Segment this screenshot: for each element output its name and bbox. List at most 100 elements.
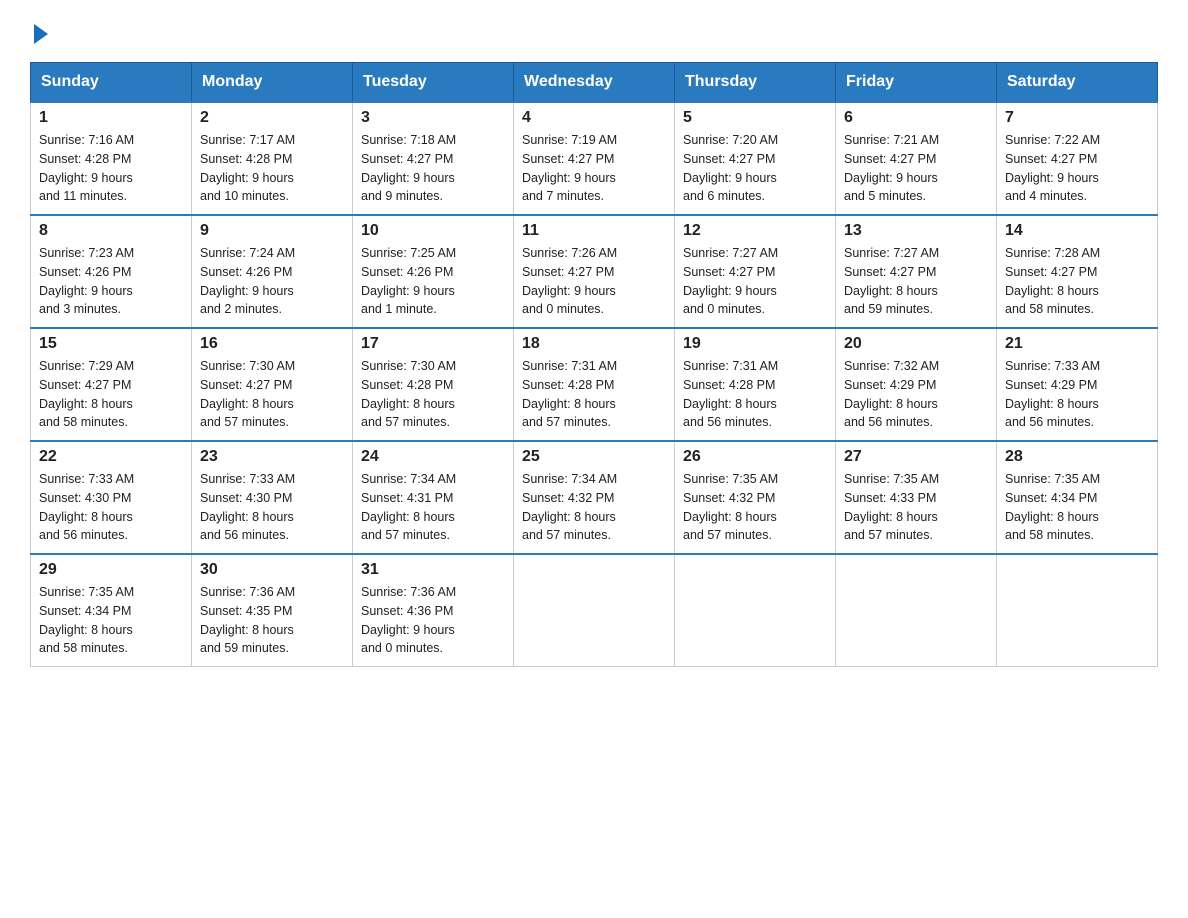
day-info: Sunrise: 7:19 AMSunset: 4:27 PMDaylight:… [522,133,617,203]
day-info: Sunrise: 7:32 AMSunset: 4:29 PMDaylight:… [844,359,939,429]
day-info: Sunrise: 7:33 AMSunset: 4:30 PMDaylight:… [39,472,134,542]
day-number: 8 [39,222,183,240]
day-number: 15 [39,335,183,353]
logo-arrow-icon [34,24,48,44]
calendar-cell: 25 Sunrise: 7:34 AMSunset: 4:32 PMDaylig… [514,441,675,554]
weekday-header: Thursday [675,63,836,103]
day-info: Sunrise: 7:35 AMSunset: 4:33 PMDaylight:… [844,472,939,542]
day-number: 12 [683,222,827,240]
calendar-cell: 23 Sunrise: 7:33 AMSunset: 4:30 PMDaylig… [192,441,353,554]
day-number: 7 [1005,109,1149,127]
calendar-cell: 2 Sunrise: 7:17 AMSunset: 4:28 PMDayligh… [192,102,353,215]
calendar-week-row: 29 Sunrise: 7:35 AMSunset: 4:34 PMDaylig… [31,554,1158,667]
calendar-cell: 29 Sunrise: 7:35 AMSunset: 4:34 PMDaylig… [31,554,192,667]
day-info: Sunrise: 7:27 AMSunset: 4:27 PMDaylight:… [844,246,939,316]
calendar-cell [675,554,836,667]
day-info: Sunrise: 7:18 AMSunset: 4:27 PMDaylight:… [361,133,456,203]
day-number: 19 [683,335,827,353]
day-number: 13 [844,222,988,240]
day-info: Sunrise: 7:22 AMSunset: 4:27 PMDaylight:… [1005,133,1100,203]
day-info: Sunrise: 7:20 AMSunset: 4:27 PMDaylight:… [683,133,778,203]
day-info: Sunrise: 7:35 AMSunset: 4:34 PMDaylight:… [39,585,134,655]
calendar-cell [836,554,997,667]
calendar-week-row: 8 Sunrise: 7:23 AMSunset: 4:26 PMDayligh… [31,215,1158,328]
calendar-cell: 13 Sunrise: 7:27 AMSunset: 4:27 PMDaylig… [836,215,997,328]
day-info: Sunrise: 7:30 AMSunset: 4:28 PMDaylight:… [361,359,456,429]
calendar-cell [997,554,1158,667]
weekday-header: Saturday [997,63,1158,103]
day-number: 23 [200,448,344,466]
day-number: 24 [361,448,505,466]
day-info: Sunrise: 7:29 AMSunset: 4:27 PMDaylight:… [39,359,134,429]
calendar-cell: 11 Sunrise: 7:26 AMSunset: 4:27 PMDaylig… [514,215,675,328]
day-number: 9 [200,222,344,240]
calendar-cell: 20 Sunrise: 7:32 AMSunset: 4:29 PMDaylig… [836,328,997,441]
calendar-cell: 18 Sunrise: 7:31 AMSunset: 4:28 PMDaylig… [514,328,675,441]
day-number: 17 [361,335,505,353]
day-number: 25 [522,448,666,466]
day-number: 1 [39,109,183,127]
day-info: Sunrise: 7:34 AMSunset: 4:32 PMDaylight:… [522,472,617,542]
day-info: Sunrise: 7:30 AMSunset: 4:27 PMDaylight:… [200,359,295,429]
day-number: 31 [361,561,505,579]
day-info: Sunrise: 7:28 AMSunset: 4:27 PMDaylight:… [1005,246,1100,316]
calendar-cell: 19 Sunrise: 7:31 AMSunset: 4:28 PMDaylig… [675,328,836,441]
day-number: 2 [200,109,344,127]
day-number: 14 [1005,222,1149,240]
calendar-week-row: 22 Sunrise: 7:33 AMSunset: 4:30 PMDaylig… [31,441,1158,554]
calendar-cell: 15 Sunrise: 7:29 AMSunset: 4:27 PMDaylig… [31,328,192,441]
calendar-cell: 17 Sunrise: 7:30 AMSunset: 4:28 PMDaylig… [353,328,514,441]
day-info: Sunrise: 7:35 AMSunset: 4:32 PMDaylight:… [683,472,778,542]
calendar-cell: 5 Sunrise: 7:20 AMSunset: 4:27 PMDayligh… [675,102,836,215]
day-number: 30 [200,561,344,579]
weekday-header: Sunday [31,63,192,103]
day-info: Sunrise: 7:27 AMSunset: 4:27 PMDaylight:… [683,246,778,316]
calendar-cell: 14 Sunrise: 7:28 AMSunset: 4:27 PMDaylig… [997,215,1158,328]
day-number: 5 [683,109,827,127]
day-number: 4 [522,109,666,127]
calendar-cell: 6 Sunrise: 7:21 AMSunset: 4:27 PMDayligh… [836,102,997,215]
day-info: Sunrise: 7:26 AMSunset: 4:27 PMDaylight:… [522,246,617,316]
calendar-cell: 1 Sunrise: 7:16 AMSunset: 4:28 PMDayligh… [31,102,192,215]
calendar-cell: 9 Sunrise: 7:24 AMSunset: 4:26 PMDayligh… [192,215,353,328]
day-info: Sunrise: 7:23 AMSunset: 4:26 PMDaylight:… [39,246,134,316]
day-number: 16 [200,335,344,353]
calendar-cell: 22 Sunrise: 7:33 AMSunset: 4:30 PMDaylig… [31,441,192,554]
day-info: Sunrise: 7:33 AMSunset: 4:30 PMDaylight:… [200,472,295,542]
weekday-header: Wednesday [514,63,675,103]
weekday-header: Monday [192,63,353,103]
calendar-cell: 7 Sunrise: 7:22 AMSunset: 4:27 PMDayligh… [997,102,1158,215]
day-number: 3 [361,109,505,127]
calendar-cell: 28 Sunrise: 7:35 AMSunset: 4:34 PMDaylig… [997,441,1158,554]
day-number: 20 [844,335,988,353]
calendar-cell: 30 Sunrise: 7:36 AMSunset: 4:35 PMDaylig… [192,554,353,667]
calendar-cell: 24 Sunrise: 7:34 AMSunset: 4:31 PMDaylig… [353,441,514,554]
day-info: Sunrise: 7:34 AMSunset: 4:31 PMDaylight:… [361,472,456,542]
calendar-header-row: SundayMondayTuesdayWednesdayThursdayFrid… [31,63,1158,103]
calendar-cell: 12 Sunrise: 7:27 AMSunset: 4:27 PMDaylig… [675,215,836,328]
day-info: Sunrise: 7:24 AMSunset: 4:26 PMDaylight:… [200,246,295,316]
weekday-header: Friday [836,63,997,103]
calendar-cell: 16 Sunrise: 7:30 AMSunset: 4:27 PMDaylig… [192,328,353,441]
calendar-table: SundayMondayTuesdayWednesdayThursdayFrid… [30,62,1158,667]
day-number: 10 [361,222,505,240]
calendar-cell: 3 Sunrise: 7:18 AMSunset: 4:27 PMDayligh… [353,102,514,215]
day-info: Sunrise: 7:31 AMSunset: 4:28 PMDaylight:… [683,359,778,429]
day-number: 11 [522,222,666,240]
calendar-cell: 21 Sunrise: 7:33 AMSunset: 4:29 PMDaylig… [997,328,1158,441]
day-info: Sunrise: 7:31 AMSunset: 4:28 PMDaylight:… [522,359,617,429]
day-info: Sunrise: 7:36 AMSunset: 4:35 PMDaylight:… [200,585,295,655]
day-info: Sunrise: 7:35 AMSunset: 4:34 PMDaylight:… [1005,472,1100,542]
calendar-week-row: 1 Sunrise: 7:16 AMSunset: 4:28 PMDayligh… [31,102,1158,215]
calendar-cell: 27 Sunrise: 7:35 AMSunset: 4:33 PMDaylig… [836,441,997,554]
day-number: 21 [1005,335,1149,353]
logo [30,20,48,44]
day-number: 29 [39,561,183,579]
day-info: Sunrise: 7:17 AMSunset: 4:28 PMDaylight:… [200,133,295,203]
calendar-cell: 8 Sunrise: 7:23 AMSunset: 4:26 PMDayligh… [31,215,192,328]
day-info: Sunrise: 7:25 AMSunset: 4:26 PMDaylight:… [361,246,456,316]
calendar-cell: 10 Sunrise: 7:25 AMSunset: 4:26 PMDaylig… [353,215,514,328]
day-number: 22 [39,448,183,466]
day-info: Sunrise: 7:16 AMSunset: 4:28 PMDaylight:… [39,133,134,203]
calendar-cell: 31 Sunrise: 7:36 AMSunset: 4:36 PMDaylig… [353,554,514,667]
